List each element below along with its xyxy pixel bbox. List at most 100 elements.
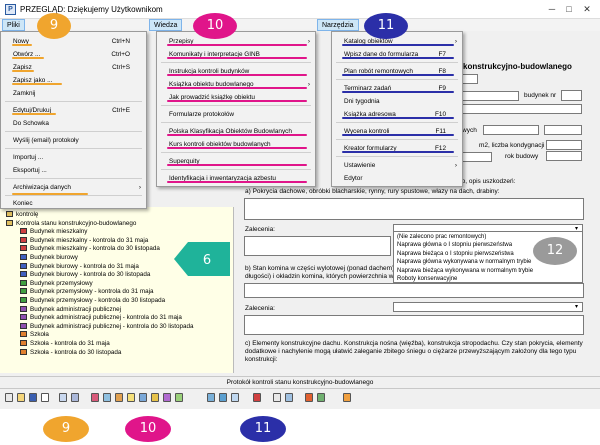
asbestos-icon[interactable] <box>175 393 183 402</box>
menu-item-eksportuj[interactable]: Eksportuj ... <box>1 164 146 177</box>
tree-item[interactable]: Budynek przemysłowy <box>20 279 93 289</box>
budynek-nr-field[interactable] <box>561 90 582 101</box>
menu-item-zamknij[interactable]: Zamknij <box>1 87 146 100</box>
menu-pliki[interactable]: Pliki <box>2 19 25 31</box>
menu-item-zapisz-jako[interactable]: Zapisz jako ... <box>1 74 146 87</box>
pokrycia-textarea[interactable] <box>244 198 584 220</box>
dropdown-option[interactable]: Roboty konserwacyjne <box>397 275 457 283</box>
form-field-4[interactable] <box>544 125 582 135</box>
course-icon[interactable] <box>151 393 159 402</box>
law-icon[interactable] <box>91 393 99 402</box>
menu-item-dni-tygodnia[interactable]: Dni tygodnia <box>332 95 462 108</box>
pokrycia-label: a) Pokrycia dachowe, obróbki blacharskie… <box>245 188 500 195</box>
tree-item[interactable]: Budynek biurowy - kontrola do 30 listopa… <box>20 271 150 280</box>
tree-item[interactable]: Szkoła - kontrola do 30 listopada <box>20 348 121 358</box>
menu-item-jak-prowadzic[interactable]: Jak prowadzić książkę obiektu <box>157 91 315 104</box>
dropdown-option[interactable]: (Nie zalecono prac remontowych) <box>397 233 486 241</box>
dropdown-option[interactable]: Naprawa bieżąca wykonywana w normalnym t… <box>397 267 533 275</box>
tree-item[interactable]: Budynek mieszkalny <box>20 228 87 237</box>
pricing-icon[interactable] <box>285 393 293 402</box>
menu-item-formularze[interactable]: Formularze protokołów <box>157 108 315 121</box>
menu-item-kreator[interactable]: Kreator formularzy F12 <box>332 142 462 155</box>
menu-item-terminarz[interactable]: Terminarz zadań F9 <box>332 82 462 95</box>
menu-item-wycena[interactable]: Wycena kontroli F11 <box>332 125 462 138</box>
info-icon[interactable] <box>103 393 111 402</box>
book-icon[interactable] <box>115 393 123 402</box>
catalog-icon[interactable] <box>207 393 215 402</box>
menu-item-wpisz-dane[interactable]: Wpisz dane do formularza F7 <box>332 48 462 61</box>
address-book-icon[interactable] <box>273 393 281 402</box>
tree-item[interactable]: Budynek biurowy - kontrola do 31 maja <box>20 262 139 272</box>
maximize-button[interactable]: □ <box>562 3 576 15</box>
edit-icon[interactable] <box>41 393 49 402</box>
calendar-icon[interactable] <box>253 393 261 402</box>
menu-narzedzia[interactable]: Narzędzia <box>317 19 359 31</box>
protocol-tree[interactable]: kontrolę Kontrola stanu konstrukcyjno-bud… <box>0 207 234 373</box>
open-folder-icon[interactable] <box>17 393 25 402</box>
tree-item[interactable]: Budynek biurowy <box>20 254 78 263</box>
tree-item[interactable]: Budynek przemysłowy - kontrola do 30 lis… <box>20 297 165 306</box>
menu-item-importuj[interactable]: Importuj ... <box>1 151 146 164</box>
menu-item-koniec[interactable]: Koniec <box>1 197 146 210</box>
kondygnacje-field[interactable] <box>546 140 582 150</box>
grid-icon[interactable] <box>59 393 67 402</box>
chevron-down-icon[interactable]: ▾ <box>575 303 578 310</box>
plan-icon[interactable] <box>231 393 239 402</box>
menu-item-ustawienie[interactable]: Ustawienie › <box>332 159 462 172</box>
tree-item[interactable]: Budynek administracji publicznej - kontr… <box>20 314 182 323</box>
tree-item[interactable]: Kontrola stanu konstrukcyjno-budowlanego <box>6 219 136 229</box>
tree-item[interactable]: Szkoła - kontrola do 31 maja <box>20 340 110 349</box>
new-file-icon[interactable] <box>5 393 13 402</box>
zalecenia-select-2[interactable] <box>393 302 583 312</box>
menu-item-do-schowka[interactable]: Do Schowka <box>1 117 146 130</box>
superquity-icon[interactable] <box>163 393 171 402</box>
form-select-small[interactable] <box>462 74 478 84</box>
menu-item-wyslij[interactable]: Wyślij (email) protokoły <box>1 134 146 147</box>
tree-item[interactable]: Budynek administracji publicznej - kontr… <box>20 322 193 332</box>
tree-item[interactable]: Budynek administracji publicznej <box>20 305 121 315</box>
tree-item[interactable]: Szkoła <box>20 331 49 340</box>
document-icon <box>20 305 27 312</box>
menu-item-pkob[interactable]: Polska Klasyfikacja Obiektów Budowlanych <box>157 125 315 138</box>
menu-wiedza[interactable]: Wiedza <box>149 19 183 31</box>
wizard-icon[interactable] <box>305 393 313 402</box>
menu-item-przepisy[interactable]: Przepisy › <box>157 35 315 48</box>
settings-icon[interactable] <box>317 393 325 402</box>
form-field-5[interactable] <box>462 152 492 162</box>
menu-item-komunikaty[interactable]: Komunikaty i interpretacje GINB <box>157 48 315 61</box>
dropdown-option[interactable]: Naprawa główna o I stopniu pierwszeństwa <box>397 241 512 249</box>
form-field-2[interactable] <box>462 104 582 114</box>
close-button[interactable]: ✕ <box>580 3 594 15</box>
tree-item[interactable]: Budynek przemysłowy - kontrola do 31 maj… <box>20 288 154 297</box>
menu-item-kurs[interactable]: Kurs kontroli obiektów budowlanych <box>157 138 315 151</box>
kominy-textarea[interactable] <box>244 283 584 298</box>
menu-item-ksiazka-obiektu[interactable]: Książka obiektu budowlanego › <box>157 78 315 91</box>
menu-item-otworz[interactable]: Otwórz ... Ctrl+O <box>1 48 146 61</box>
folder-icon[interactable] <box>127 393 135 402</box>
form-field-3[interactable] <box>483 125 539 135</box>
zalecenia-textarea-1[interactable] <box>244 236 391 256</box>
rok-field[interactable] <box>546 151 582 161</box>
zalecenia-textarea-2[interactable] <box>244 315 584 335</box>
menu-item-edytor[interactable]: Edytor <box>332 172 462 185</box>
form-entry-icon[interactable] <box>219 393 227 402</box>
table-icon[interactable] <box>71 393 79 402</box>
form-field-1[interactable] <box>462 91 519 101</box>
tree-item[interactable]: Budynek mieszkalny - kontrola do 30 list… <box>20 245 160 254</box>
minimize-button[interactable]: ─ <box>545 3 559 15</box>
dropdown-option[interactable]: Naprawa bieżąca o I stopniu pierwszeństw… <box>397 250 514 258</box>
menu-item-azbest[interactable]: Identyfikacja i inwentaryzacja azbestu <box>157 172 315 185</box>
save-icon[interactable] <box>29 393 37 402</box>
menu-item-superquity[interactable]: Superquity <box>157 155 315 168</box>
menu-item-nowy[interactable]: Nowy Ctrl+N <box>1 35 146 48</box>
help-icon[interactable] <box>343 393 351 402</box>
menu-item-plan-robot[interactable]: Plan robót remontowych F8 <box>332 65 462 78</box>
menu-item-zapisz[interactable]: Zapisz Ctrl+S <box>1 61 146 74</box>
tree-item[interactable]: kontrolę <box>6 211 38 220</box>
building-icon[interactable] <box>139 393 147 402</box>
dropdown-option[interactable]: Naprawa główna wykonywana w normalnym tr… <box>397 258 531 266</box>
menu-item-edytuj-drukuj[interactable]: Edytuj/Drukuj Ctrl+E <box>1 104 146 117</box>
tree-item[interactable]: Budynek mieszkalny - kontrola do 31 maja <box>20 236 148 246</box>
menu-item-ksiazka-adresowa[interactable]: Książka adresowa F10 <box>332 108 462 121</box>
menu-item-instrukcja[interactable]: Instrukcja kontroli budynków <box>157 65 315 78</box>
